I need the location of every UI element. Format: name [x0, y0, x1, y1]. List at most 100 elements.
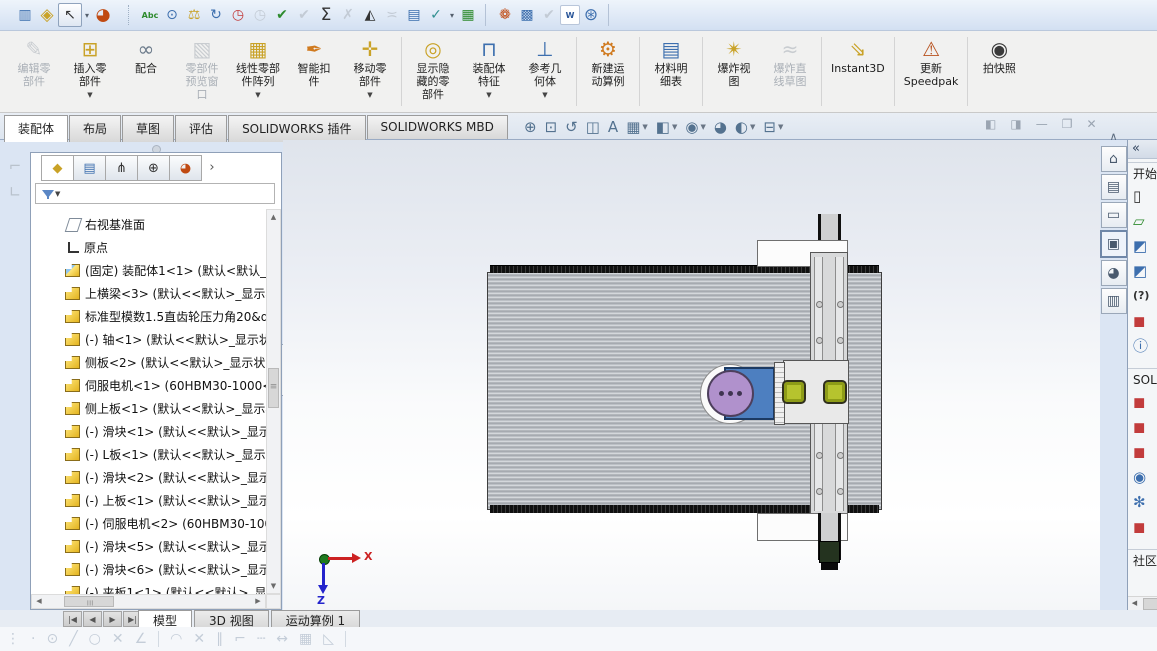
restore-icon[interactable]: ❐	[1062, 117, 1073, 131]
bom-button[interactable]: ▤ 材料明 细表 ▼	[643, 31, 699, 112]
viewport-layout-icon[interactable]: ▥	[14, 4, 36, 26]
toolbar-separator[interactable]	[158, 631, 159, 647]
display-style-icon[interactable]: ◧ ▼	[656, 118, 678, 136]
tree-item[interactable]: ▶ (-) 滑块<5> (默认<<默认>_显示	[31, 535, 266, 558]
group-separator[interactable]	[485, 4, 488, 26]
polygon-icon[interactable]: ○	[89, 631, 101, 647]
mate-button[interactable]: ∞ 配合 ▼	[118, 31, 174, 112]
training-icon[interactable]: ◩	[1128, 258, 1157, 283]
tree-item[interactable]: ▶ (固定) 装配体1<1> (默认<默认_显	[31, 259, 266, 282]
hide-show-items-icon[interactable]: ◉ ▼	[685, 118, 705, 136]
property-tab-builder-icon[interactable]: ◼	[1128, 389, 1157, 414]
tree-item[interactable]: ▶ (-) 上板<1> (默认<<默认>_显示	[31, 489, 266, 512]
scroll-left-icon[interactable]: ◀	[32, 595, 46, 608]
trim-icon[interactable]: ✕	[112, 631, 124, 647]
apply-scene-icon[interactable]: ◐ ▼	[735, 118, 755, 136]
scroll-down-icon[interactable]: ▼	[267, 579, 280, 593]
section-properties-icon[interactable]: ↻	[205, 4, 227, 26]
scrollbar-thumb[interactable]	[1143, 598, 1157, 610]
design-checker-icon[interactable]: ✓	[425, 4, 447, 26]
tree-item[interactable]: ▶ 侧板<2> (默认<<默认>_显示状态	[31, 351, 266, 374]
show-hidden-button[interactable]: ◎ 显示隐 藏的零 部件 ▼	[405, 31, 461, 112]
photoview-icon[interactable]: ❁	[494, 4, 516, 26]
ribbon-separator[interactable]: ▼	[702, 37, 703, 106]
point-icon[interactable]: ·	[31, 631, 35, 647]
file-explorer-icon[interactable]: ▭	[1101, 202, 1127, 228]
angle-icon[interactable]: ◺	[323, 631, 334, 647]
tree-item[interactable]: ▶ (-) 滑块<1> (默认<<默认>_显示	[31, 420, 266, 443]
sw-fx-icon[interactable]: ◼	[1128, 414, 1157, 439]
assembly-features-button[interactable]: ⊓ 装配体 特征 ▼	[461, 31, 517, 112]
design-library-icon[interactable]: ▤	[1101, 174, 1127, 200]
ribbon-separator[interactable]: ▼	[401, 37, 402, 106]
whats-new-icon[interactable]: (?)	[1128, 283, 1157, 308]
dimension-icon[interactable]: ↔	[276, 631, 288, 647]
close-icon[interactable]: ✕	[1086, 117, 1096, 131]
sw-resources-icon[interactable]: ◼	[1128, 308, 1157, 333]
measure-icon[interactable]: ⊙	[161, 4, 183, 26]
tree-item[interactable]: ▶ (-) 滑块<6> (默认<<默认>_显示	[31, 558, 266, 581]
reference-geometry-button[interactable]: ⊥ 参考几 何体 ▼	[517, 31, 573, 112]
interference-icon[interactable]: ✗	[337, 4, 359, 26]
tree-item[interactable]: ▶ (-) 滑块<2> (默认<<默认>_显示	[31, 466, 266, 489]
mirror-components-icon[interactable]: ◭	[359, 4, 381, 26]
chevron-down-icon[interactable]: ▼	[672, 123, 677, 131]
view-settings-icon[interactable]: ⊟ ▼	[763, 118, 783, 136]
ribbon-separator[interactable]: ▼	[894, 37, 895, 106]
tab-evaluate[interactable]: 评估	[175, 115, 227, 142]
select-caret-icon[interactable]: ▾	[82, 4, 92, 26]
tab-assembly[interactable]: 装配体	[4, 115, 68, 142]
tab-sw-mbd[interactable]: SOLIDWORKS MBD	[367, 115, 508, 139]
section-getting-started[interactable]: 开始	[1128, 162, 1157, 183]
propertymanager-tab[interactable]: ▤	[74, 155, 106, 181]
displaymanager-tab[interactable]: ◕	[170, 155, 202, 181]
section-view-icon[interactable]: ◫ ▼	[586, 118, 600, 136]
section-sw-tools[interactable]: SOLIDWORKS 工具	[1128, 368, 1157, 389]
chevron-down-icon[interactable]: ▼	[55, 190, 60, 198]
next-tab-button[interactable]: ▶	[103, 611, 122, 627]
construction-line-icon[interactable]: ┄	[257, 631, 265, 647]
view-orientation-icon[interactable]: ▦ ▼	[626, 118, 648, 136]
exploded-view-button[interactable]: ✴ 爆炸视 图 ▼	[706, 31, 762, 112]
my-products-icon[interactable]: ◼	[1128, 514, 1157, 539]
tree-item[interactable]: ▶ (-) 伺服电机<2> (60HBM30-100	[31, 512, 266, 535]
approved-icon[interactable]: ✔	[538, 4, 560, 26]
tree-item-origin[interactable]: ▶ 原点	[31, 236, 266, 259]
more-caret-icon[interactable]: ▾	[447, 4, 457, 26]
verification-off-icon[interactable]: ✔	[293, 4, 315, 26]
tree-item[interactable]: ▶ (-) L板<1> (默认<<默认>_显示状	[31, 443, 266, 466]
select-tool-icon[interactable]: ↖	[58, 3, 82, 27]
prev-tab-button[interactable]: ◀	[83, 611, 102, 627]
equations-icon[interactable]: Σ	[315, 4, 337, 26]
sw-fx2-icon[interactable]: ◼	[1128, 439, 1157, 464]
instant3d-button[interactable]: ⇘ Instant3D ▼	[825, 31, 891, 112]
tree-item[interactable]: ▶ 伺服电机<1> (60HBM30-1000<	[31, 374, 266, 397]
scrollbar-thumb[interactable]	[64, 596, 114, 607]
tab-sketch[interactable]: 草图	[122, 115, 174, 142]
view-palette-icon[interactable]: ▣	[1100, 230, 1128, 258]
info-icon[interactable]: ⓘ	[1128, 333, 1157, 358]
tree-item[interactable]: ▶ 上横梁<3> (默认<<默认>_显示状	[31, 282, 266, 305]
simulation-grid-icon[interactable]: ▩	[516, 4, 538, 26]
tree-vertical-scrollbar[interactable]: ▲ ▼	[266, 209, 281, 594]
smart-fasteners-button[interactable]: ✒ 智能扣 件 ▼	[286, 31, 342, 112]
insert-component-button[interactable]: ⊞ 插入零 部件 ▼	[62, 31, 118, 112]
dimxpertmanager-tab[interactable]: ⊕	[138, 155, 170, 181]
spellcheck-icon[interactable]: Abc	[139, 4, 161, 26]
chamfer-icon[interactable]: ✕	[193, 631, 205, 647]
group-separator[interactable]	[128, 5, 135, 25]
edit-component-button[interactable]: ✎ 编辑零 部件 ▼	[6, 31, 62, 112]
pane-left-icon[interactable]: ◧	[985, 117, 996, 131]
chevron-down-icon[interactable]: ▼	[255, 90, 260, 100]
move-component-button[interactable]: ✛ 移动零 部件 ▼	[342, 31, 398, 112]
edit-appearance-icon[interactable]: ◕	[92, 4, 114, 26]
minimize-icon[interactable]: —	[1036, 117, 1048, 131]
drag-handle[interactable]: ⋮	[6, 631, 20, 647]
ribbon-separator[interactable]: ▼	[639, 37, 640, 106]
tree-horizontal-scrollbar[interactable]: ◀ ▶	[31, 594, 266, 609]
arc-icon[interactable]: ◠	[170, 631, 182, 647]
task-pane-collapse[interactable]: «	[1128, 140, 1157, 159]
group-separator[interactable]	[608, 4, 611, 26]
annotations-icon[interactable]: A ▼	[608, 118, 618, 136]
task-pane-scrollbar[interactable]: ◀	[1128, 596, 1157, 611]
